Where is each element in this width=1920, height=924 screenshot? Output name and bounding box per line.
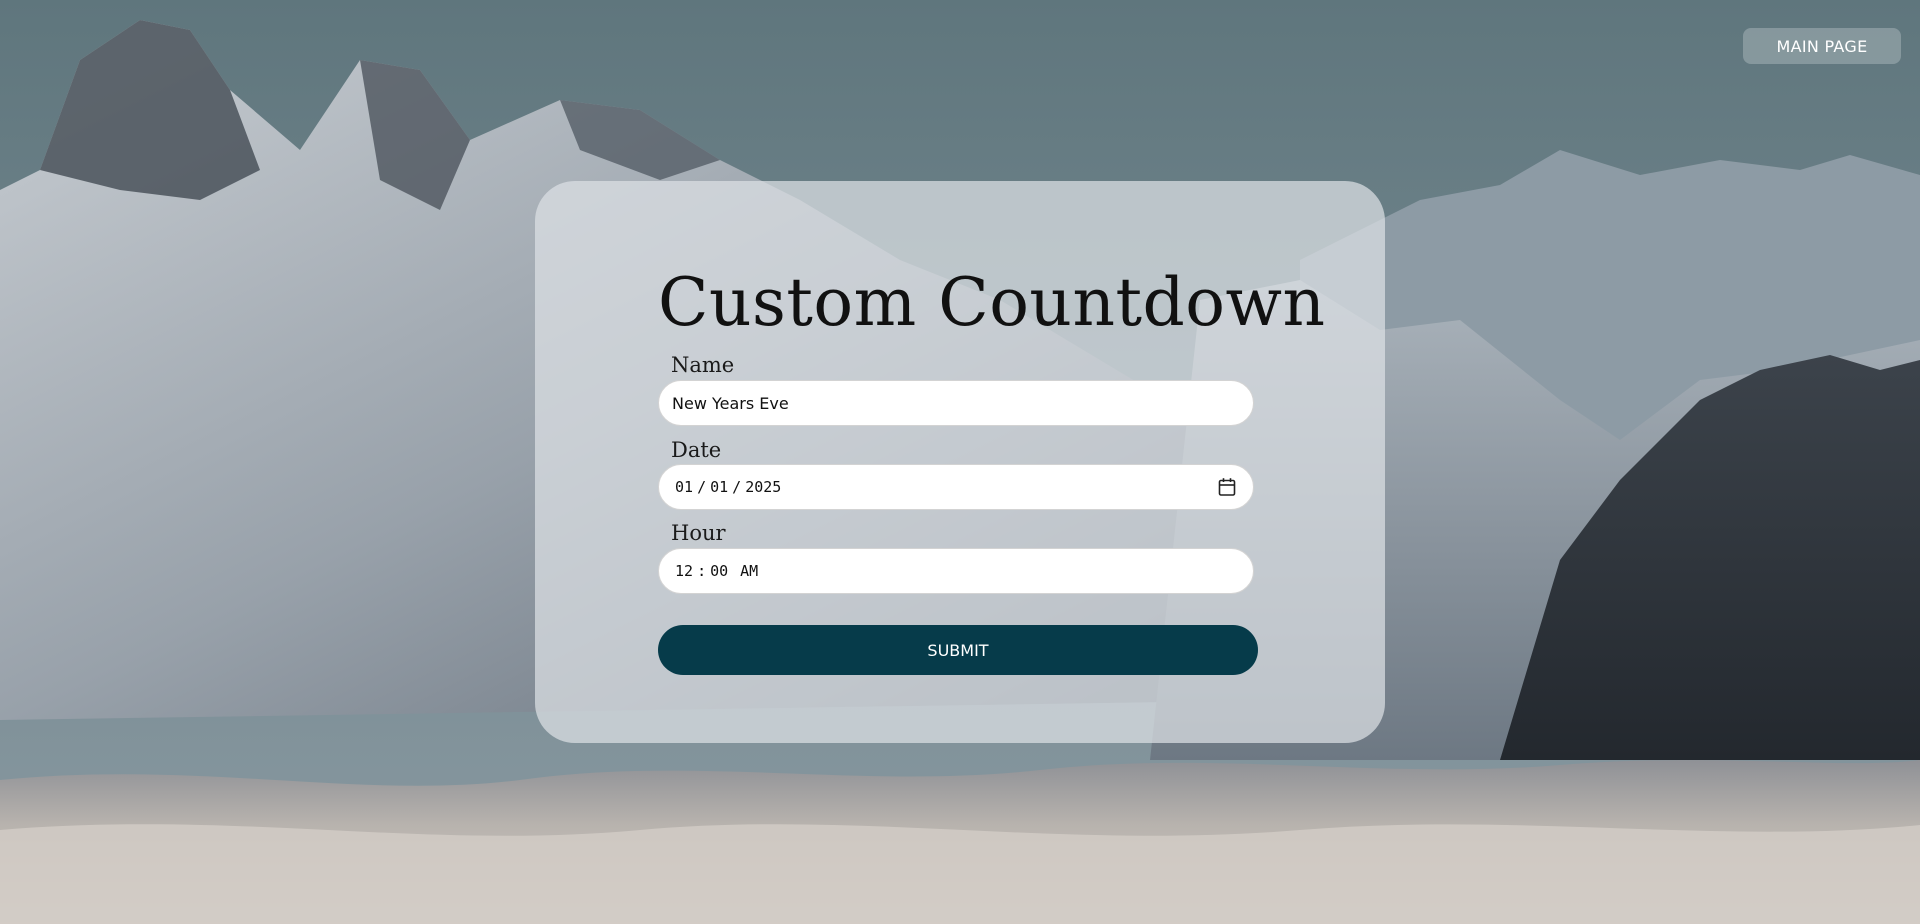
hour-input[interactable]: 12 : 00 AM [658,548,1254,594]
page-title: Custom Countdown [658,264,1326,341]
date-input[interactable]: 01 / 01 / 2025 [658,464,1254,510]
hour-hours-segment[interactable]: 12 [675,562,693,580]
date-label: Date [671,438,722,462]
name-label: Name [671,353,735,377]
calendar-icon[interactable] [1218,477,1236,497]
hour-period-segment[interactable]: AM [740,562,758,580]
date-separator: / [732,478,742,496]
time-separator: : [697,562,707,580]
date-separator: / [697,478,707,496]
name-input[interactable]: New Years Eve [658,380,1254,426]
main-page-button[interactable]: MAIN PAGE [1743,28,1901,64]
name-input-value: New Years Eve [672,393,789,413]
date-month-segment[interactable]: 01 [675,478,693,496]
date-day-segment[interactable]: 01 [710,478,728,496]
hour-label: Hour [671,521,726,545]
submit-button[interactable]: SUBMIT [658,625,1258,675]
hour-minutes-segment[interactable]: 00 [710,562,728,580]
date-year-segment[interactable]: 2025 [745,478,781,496]
